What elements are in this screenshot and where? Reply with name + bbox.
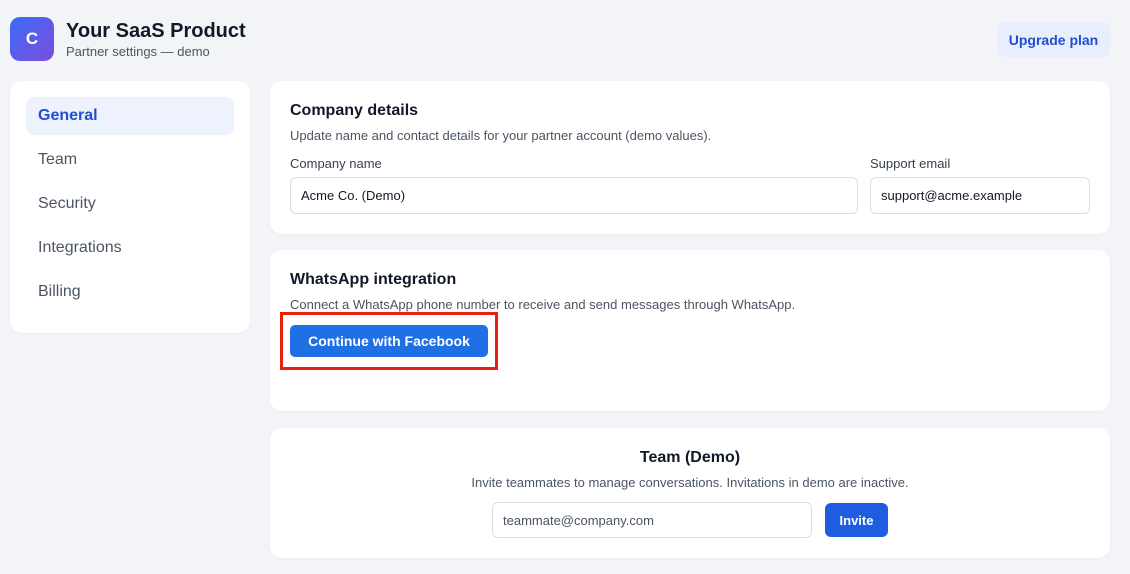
teammate-email-input[interactable] — [492, 502, 812, 538]
whatsapp-title: WhatsApp integration — [290, 271, 457, 288]
sidebar-item-billing[interactable]: Billing — [26, 273, 234, 311]
invite-button[interactable]: Invite — [825, 503, 888, 537]
sidebar-item-integrations[interactable]: Integrations — [26, 229, 234, 267]
sidebar-item-security[interactable]: Security — [26, 185, 234, 223]
company-name-input[interactable] — [290, 177, 858, 214]
company-details-title: Company details — [290, 102, 419, 119]
support-email-input[interactable] — [870, 177, 1090, 214]
app-subtitle: Partner settings — demo — [66, 44, 210, 59]
app-title: Your SaaS Product — [66, 20, 246, 42]
team-card: Team (Demo) Invite teammates to manage c… — [270, 428, 1110, 558]
sidebar: General Team Security Integrations Billi… — [10, 81, 250, 333]
upgrade-plan-button[interactable]: Upgrade plan — [997, 22, 1110, 57]
sidebar-item-general[interactable]: General — [26, 97, 234, 135]
whatsapp-integration-card: WhatsApp integration Connect a WhatsApp … — [270, 250, 1110, 411]
support-email-label: Support email — [870, 156, 951, 171]
company-name-label: Company name — [290, 156, 382, 171]
team-description: Invite teammates to manage conversations… — [471, 475, 909, 490]
continue-with-facebook-button[interactable]: Continue with Facebook — [290, 325, 488, 357]
company-details-card: Company details Update name and contact … — [270, 81, 1110, 234]
team-title: Team (Demo) — [639, 449, 741, 466]
company-details-description: Update name and contact details for your… — [290, 128, 712, 143]
whatsapp-description: Connect a WhatsApp phone number to recei… — [290, 297, 796, 312]
app-logo: C — [10, 17, 54, 61]
app-header: C Your SaaS Product Partner settings — d… — [0, 0, 1130, 80]
sidebar-item-team[interactable]: Team — [26, 141, 234, 179]
